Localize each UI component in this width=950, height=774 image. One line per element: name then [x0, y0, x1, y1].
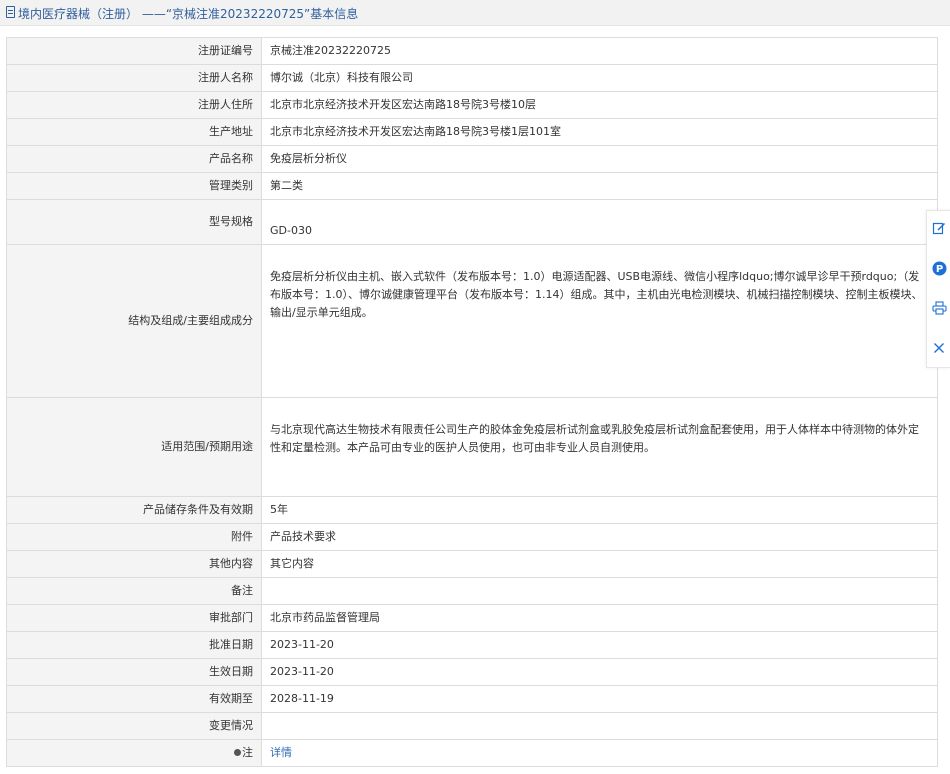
model-spec-value: GD-030	[261, 199, 938, 245]
page-header: 境内医疗器械（注册） ——“京械注准20232220725”基本信息	[0, 0, 950, 26]
field-label: 生产地址	[6, 118, 262, 146]
attachment-value: 产品技术要求	[261, 523, 938, 551]
field-label: 产品名称	[6, 145, 262, 173]
pin-icon	[234, 748, 241, 756]
field-label: 产品储存条件及有效期	[6, 496, 262, 524]
table-row: 审批部门 北京市药品监督管理局	[6, 604, 938, 632]
remarks-value	[261, 577, 938, 605]
table-row: 注册人住所 北京市北京经济技术开发区宏达南路18号院3号楼10层	[6, 91, 938, 119]
table-row: 变更情况	[6, 712, 938, 740]
table-row: 注册人名称 博尔诚（北京）科技有限公司	[6, 64, 938, 92]
table-row: 产品名称 免疫层析分析仪	[6, 145, 938, 173]
table-row: 注 详情	[6, 739, 938, 767]
table-row: 管理类别 第二类	[6, 172, 938, 200]
field-label: 注册人住所	[6, 91, 262, 119]
note-label-cell: 注	[6, 739, 262, 767]
field-label: 有效期至	[6, 685, 262, 713]
note-value-cell: 详情	[261, 739, 938, 767]
info-table: 注册证编号 京械注准20232220725 注册人名称 博尔诚（北京）科技有限公…	[6, 37, 938, 767]
field-label: 适用范围/预期用途	[6, 397, 262, 497]
close-icon[interactable]	[927, 336, 950, 360]
svg-text:P: P	[935, 264, 942, 275]
field-label: 生效日期	[6, 658, 262, 686]
document-icon	[6, 6, 15, 18]
change-history-value	[261, 712, 938, 740]
product-name-value: 免疫层析分析仪	[261, 145, 938, 173]
field-label: 注册人名称	[6, 64, 262, 92]
table-row: 生效日期 2023-11-20	[6, 658, 938, 686]
approval-date-value: 2023-11-20	[261, 631, 938, 659]
field-label: 结构及组成/主要组成成分	[6, 244, 262, 398]
registrant-address-value: 北京市北京经济技术开发区宏达南路18号院3号楼10层	[261, 91, 938, 119]
side-toolbar: P	[926, 210, 950, 368]
intended-use-value: 与北京现代高达生物技术有限责任公司生产的胶体金免疫层析试剂盒或乳胶免疫层析试剂盒…	[261, 397, 938, 497]
field-label: 批准日期	[6, 631, 262, 659]
field-label: 备注	[6, 577, 262, 605]
structure-composition-value: 免疫层析分析仪由主机、嵌入式软件（发布版本号：1.0）电源适配器、USB电源线、…	[261, 244, 938, 398]
approval-department-value: 北京市药品监督管理局	[261, 604, 938, 632]
details-link[interactable]: 详情	[270, 746, 292, 759]
table-row: 备注	[6, 577, 938, 605]
field-label: 注	[242, 746, 253, 759]
field-label: 审批部门	[6, 604, 262, 632]
info-icon[interactable]: P	[927, 256, 950, 280]
production-address-value: 北京市北京经济技术开发区宏达南路18号院3号楼1层101室	[261, 118, 938, 146]
field-label: 管理类别	[6, 172, 262, 200]
edit-icon[interactable]	[927, 216, 950, 240]
field-label: 附件	[6, 523, 262, 551]
table-row: 注册证编号 京械注准20232220725	[6, 37, 938, 65]
table-row: 生产地址 北京市北京经济技术开发区宏达南路18号院3号楼1层101室	[6, 118, 938, 146]
registration-number-value: 京械注准20232220725	[261, 37, 938, 65]
storage-validity-value: 5年	[261, 496, 938, 524]
page-title: 境内医疗器械（注册） ——“京械注准20232220725”基本信息	[18, 7, 359, 21]
table-row: 适用范围/预期用途 与北京现代高达生物技术有限责任公司生产的胶体金免疫层析试剂盒…	[6, 397, 938, 497]
table-row: 型号规格 GD-030	[6, 199, 938, 245]
table-row: 有效期至 2028-11-19	[6, 685, 938, 713]
registrant-name-value: 博尔诚（北京）科技有限公司	[261, 64, 938, 92]
table-row: 附件 产品技术要求	[6, 523, 938, 551]
field-label: 型号规格	[6, 199, 262, 245]
management-class-value: 第二类	[261, 172, 938, 200]
other-content-value: 其它内容	[261, 550, 938, 578]
field-label: 其他内容	[6, 550, 262, 578]
field-label: 变更情况	[6, 712, 262, 740]
print-icon[interactable]	[927, 296, 950, 320]
expiry-date-value: 2028-11-19	[261, 685, 938, 713]
table-row: 批准日期 2023-11-20	[6, 631, 938, 659]
table-row: 产品储存条件及有效期 5年	[6, 496, 938, 524]
field-label: 注册证编号	[6, 37, 262, 65]
table-row: 结构及组成/主要组成成分 免疫层析分析仪由主机、嵌入式软件（发布版本号：1.0）…	[6, 244, 938, 398]
effective-date-value: 2023-11-20	[261, 658, 938, 686]
table-row: 其他内容 其它内容	[6, 550, 938, 578]
